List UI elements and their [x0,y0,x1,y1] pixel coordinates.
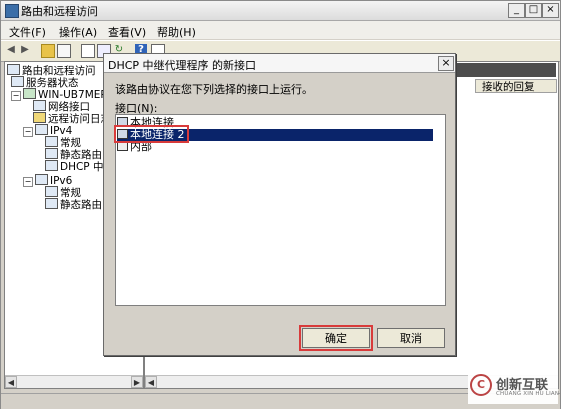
menu-view[interactable]: 查看(V) [108,24,146,40]
back-arrow-icon[interactable]: ◀ [5,44,17,56]
highlight-ok-button [299,325,373,351]
window-title: 路由和远程访问 [21,5,98,18]
title-bar: 路由和远程访问 _ □ × [1,1,560,21]
folder-icon [33,112,46,123]
console-tree-icon[interactable] [57,44,71,58]
collapse-icon[interactable]: − [23,127,33,137]
properties-icon[interactable] [81,44,95,58]
menu-action[interactable]: 操作(A) [59,24,97,40]
scroll-left-icon[interactable]: ◀ [5,376,17,388]
protocol-icon [35,124,48,135]
tree-item[interactable]: 常规 [45,186,81,199]
brand-logo-icon: C [470,374,492,396]
app-icon [5,4,19,18]
scroll-right-icon[interactable]: ▶ [131,376,143,388]
tree-item[interactable]: 路由和远程访问 [7,64,96,77]
protocol-icon [45,160,58,171]
routing-icon [7,64,20,75]
protocol-icon [45,186,58,197]
collapse-icon[interactable]: − [11,91,21,101]
tree-item[interactable]: 服务器状态 [11,76,79,89]
dialog-description: 该路由协议在您下列选择的接口上运行。 [115,83,313,96]
highlight-selected-interface [114,125,189,143]
menu-file[interactable]: 文件(F) [9,24,46,40]
tree-item[interactable]: − IPv4 [23,124,72,137]
tree-item[interactable]: 静态路由 [45,198,102,211]
protocol-icon [35,174,48,185]
tree-item[interactable]: 静态路由 [45,148,102,161]
cancel-button[interactable]: 取消 [377,328,445,348]
maximize-button[interactable]: □ [525,3,542,18]
collapse-icon[interactable]: − [23,177,33,187]
protocol-icon [45,198,58,209]
network-interface-icon [33,100,46,111]
minimize-button[interactable]: _ [508,3,525,18]
forward-arrow-icon[interactable]: ▶ [19,44,31,56]
dialog-close-button[interactable]: × [438,56,454,71]
scroll-left-icon[interactable]: ◀ [145,376,157,388]
up-folder-icon[interactable] [41,44,55,58]
tree-horizontal-scrollbar[interactable]: ◀ ▶ [5,375,143,388]
menu-bar: 文件(F) 操作(A) 查看(V) 帮助(H) [1,21,560,39]
watermark-subtext: CHUANG XIN HU LIAN [496,391,560,397]
column-header-received-replies[interactable]: 接收的回复 [475,79,557,93]
server-status-icon [11,76,24,87]
tree-item[interactable]: − IPv6 [23,174,72,187]
close-button[interactable]: × [542,3,559,18]
tree-item[interactable]: 网络接口 [33,100,90,113]
server-icon [23,88,36,99]
dialog-title-bar: DHCP 中继代理程序 的新接口 × [104,54,455,73]
new-interface-dialog: DHCP 中继代理程序 的新接口 × 该路由协议在您下列选择的接口上运行。 接口… [103,53,456,356]
protocol-icon [45,136,58,147]
tree-item[interactable]: 常规 [45,136,81,149]
tree-item[interactable]: 远程访问日志 [33,112,111,125]
watermark: C 创新互联 CHUANG XIN HU LIAN [468,370,560,404]
dialog-title: DHCP 中继代理程序 的新接口 [108,59,257,72]
menu-help[interactable]: 帮助(H) [157,24,196,40]
protocol-icon [45,148,58,159]
